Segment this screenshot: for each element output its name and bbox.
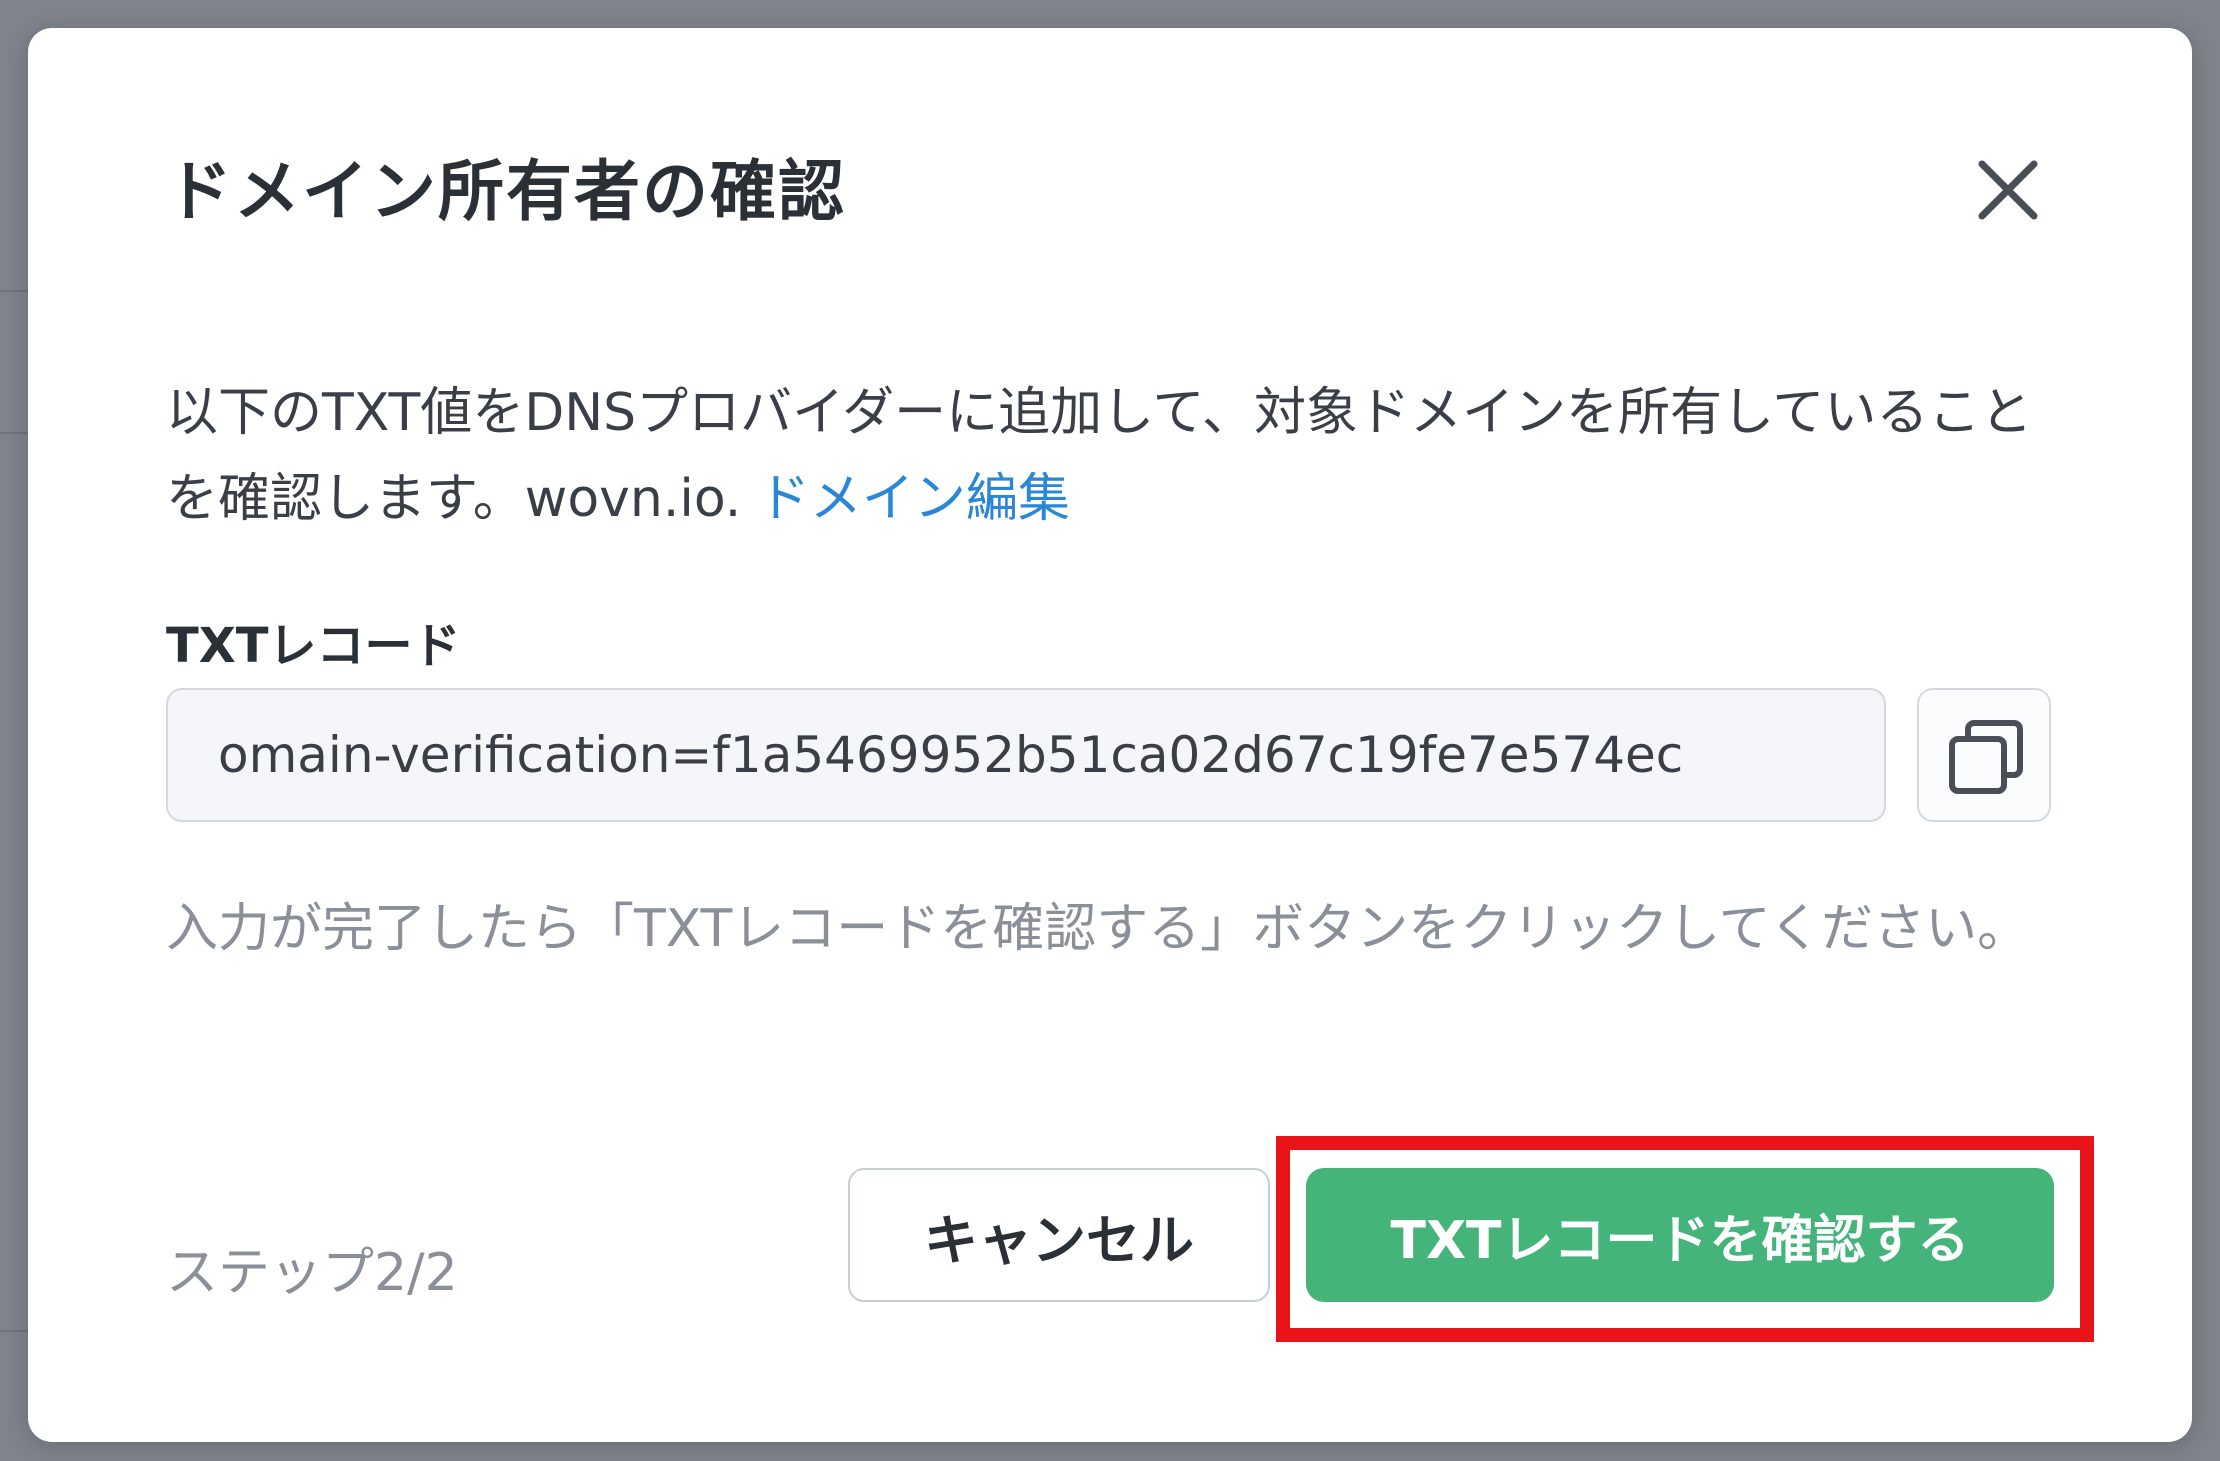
close-icon bbox=[1978, 160, 2038, 220]
instruction-hint: 入力が完了したら「TXTレコードを確認する」ボタンをクリックしてください。 bbox=[166, 899, 2030, 959]
step-indicator: ステップ2/2 bbox=[166, 1243, 458, 1303]
copy-icon bbox=[1949, 720, 2023, 794]
domain-verification-dialog: ドメイン所有者の確認 以下のTXT値をDNSプロバイダーに追加して、対象ドメイン… bbox=[28, 28, 2192, 1442]
cancel-button[interactable]: キャンセル bbox=[848, 1168, 1270, 1302]
close-button[interactable] bbox=[1968, 150, 2048, 230]
txt-record-label: TXTレコード bbox=[166, 618, 461, 674]
description-text: 以下のTXT値をDNSプロバイダーに追加して、対象ドメインを所有していることを確… bbox=[166, 383, 2033, 529]
copy-button[interactable] bbox=[1917, 688, 2051, 822]
edit-domain-link[interactable]: ドメイン編集 bbox=[758, 469, 1070, 529]
dialog-title: ドメイン所有者の確認 bbox=[166, 153, 846, 230]
highlight-annotation-box bbox=[1276, 1136, 2094, 1342]
txt-record-input[interactable] bbox=[166, 688, 1886, 822]
dialog-description: 以下のTXT値をDNSプロバイダーに追加して、対象ドメインを所有していることを確… bbox=[166, 370, 2066, 542]
